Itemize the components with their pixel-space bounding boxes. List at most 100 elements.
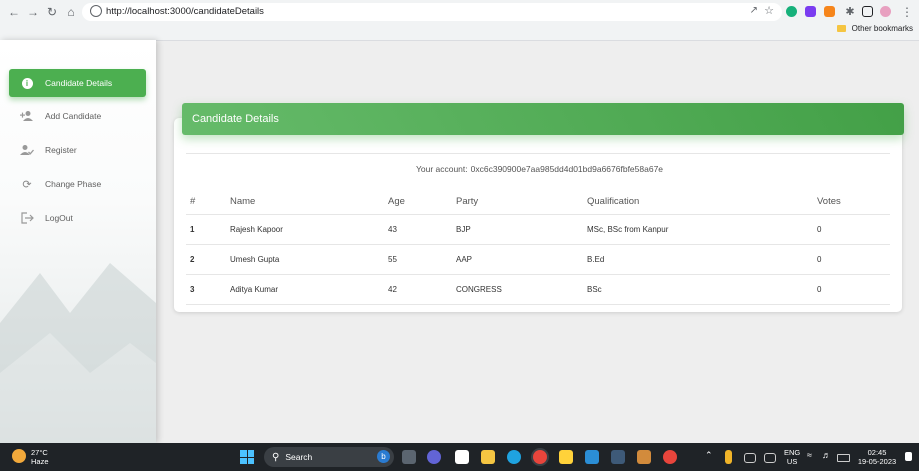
cell-age: 55 bbox=[387, 244, 455, 275]
extension-icon[interactable] bbox=[805, 6, 816, 17]
add-person-icon bbox=[20, 109, 34, 123]
back-icon[interactable]: ← bbox=[6, 4, 22, 20]
table-row: 1 Rajesh Kapoor 43 BJP MSc, BSc from Kan… bbox=[186, 214, 890, 245]
notification-icon[interactable] bbox=[905, 452, 912, 461]
table-header-row: # Name Age Party Qualification Votes bbox=[186, 188, 890, 215]
logout-icon bbox=[20, 211, 34, 225]
cell-votes: 0 bbox=[816, 274, 890, 305]
cell-index: 2 bbox=[186, 244, 229, 275]
weather-condition: Haze bbox=[31, 457, 49, 466]
address-bar[interactable]: http://localhost:3000/candidateDetails ↗… bbox=[82, 3, 782, 21]
show-hidden-icons-chevron-icon[interactable]: ⌃ bbox=[705, 451, 713, 460]
site-info-icon[interactable] bbox=[90, 5, 102, 17]
cell-qualification: MSc, BSc from Kanpur bbox=[586, 214, 816, 245]
app-icon[interactable] bbox=[611, 450, 625, 464]
notion-icon[interactable] bbox=[455, 450, 469, 464]
mountain-background bbox=[0, 263, 156, 443]
cell-age: 43 bbox=[387, 214, 455, 245]
cell-qualification: BSc bbox=[586, 274, 816, 305]
sidebar-item-logout[interactable]: LogOut bbox=[9, 204, 146, 232]
profile-avatar-icon[interactable] bbox=[880, 6, 891, 17]
side-panel-icon[interactable] bbox=[862, 6, 873, 17]
ganache-icon[interactable] bbox=[637, 450, 651, 464]
table-row: 2 Umesh Gupta 55 AAP B.Ed 0 bbox=[186, 244, 890, 275]
cell-index: 3 bbox=[186, 274, 229, 305]
sidebar-item-label: Register bbox=[45, 145, 77, 155]
cell-votes: 0 bbox=[816, 244, 890, 275]
edge-icon[interactable] bbox=[507, 450, 521, 464]
display-icon[interactable] bbox=[764, 453, 776, 463]
chrome-icon[interactable] bbox=[533, 450, 547, 464]
volume-icon[interactable]: ♬ bbox=[822, 451, 831, 460]
reload-icon[interactable]: ↻ bbox=[44, 4, 60, 20]
cell-name: Rajesh Kapoor bbox=[229, 214, 387, 245]
table-row: 3 Aditya Kumar 42 CONGRESS BSc 0 bbox=[186, 274, 890, 305]
sidebar-item-label: Change Phase bbox=[45, 179, 102, 189]
metamask-extension-icon[interactable] bbox=[824, 6, 835, 17]
cell-name: Aditya Kumar bbox=[229, 274, 387, 305]
clock[interactable]: 02:45 19-05-2023 bbox=[854, 448, 900, 466]
refresh-icon: ⟳ bbox=[22, 178, 32, 191]
start-button-icon[interactable] bbox=[240, 450, 254, 464]
other-bookmarks[interactable]: Other bookmarks bbox=[836, 24, 913, 33]
taskbar-search[interactable]: ⚲ Search b bbox=[264, 447, 394, 467]
search-icon: ⚲ bbox=[272, 451, 280, 463]
cell-party: CONGRESS bbox=[455, 274, 586, 305]
person-check-icon bbox=[20, 143, 34, 157]
wifi-icon[interactable]: ≈ bbox=[807, 451, 812, 460]
sidebar-item-change-phase[interactable]: ⟳ Change Phase bbox=[9, 170, 146, 198]
info-icon: i bbox=[20, 76, 34, 90]
menu-kebab-icon[interactable]: ⋮ bbox=[899, 4, 915, 20]
sidebar-item-candidate-details[interactable]: i Candidate Details bbox=[9, 69, 146, 97]
cell-votes: 0 bbox=[816, 214, 890, 245]
account-address: 0xc6c390900e7aa985dd4d01bd9a6676fbfe58a6… bbox=[470, 164, 664, 174]
chrome-profile-icon[interactable] bbox=[663, 450, 677, 464]
microphone-icon[interactable] bbox=[725, 450, 732, 464]
folder-icon bbox=[836, 25, 846, 32]
card-header: Candidate Details bbox=[182, 103, 904, 135]
temperature: 27°C bbox=[31, 448, 48, 457]
cell-qualification: B.Ed bbox=[586, 244, 816, 275]
language-indicator[interactable]: ENG US bbox=[784, 448, 800, 466]
column-header-qualification: Qualification bbox=[586, 188, 816, 215]
browser-toolbar: ← → ↻ ⌂ http://localhost:3000/candidateD… bbox=[0, 0, 919, 41]
weather-haze-icon bbox=[12, 449, 26, 463]
share-icon[interactable]: ↗ bbox=[750, 5, 758, 16]
sidebar-item-label: LogOut bbox=[45, 213, 73, 223]
column-header-votes: Votes bbox=[816, 188, 890, 215]
sidebar-item-add-candidate[interactable]: Add Candidate bbox=[9, 102, 146, 130]
cell-party: BJP bbox=[455, 214, 586, 245]
chat-icon[interactable] bbox=[427, 450, 441, 464]
search-label: Search bbox=[285, 452, 313, 462]
forward-icon[interactable]: → bbox=[25, 4, 41, 20]
column-header-name: Name bbox=[229, 188, 387, 215]
cell-index: 1 bbox=[186, 214, 229, 245]
cell-party: AAP bbox=[455, 244, 586, 275]
column-header-age: Age bbox=[387, 188, 455, 215]
extensions-puzzle-icon[interactable]: ✱ bbox=[842, 4, 858, 20]
column-header-index: # bbox=[186, 188, 229, 215]
grammarly-extension-icon[interactable] bbox=[786, 6, 797, 17]
column-header-party: Party bbox=[455, 188, 586, 215]
account-label: Your account: bbox=[415, 164, 468, 174]
divider bbox=[186, 153, 890, 154]
task-view-icon[interactable] bbox=[402, 450, 416, 464]
bing-icon[interactable]: b bbox=[377, 450, 390, 463]
battery-icon[interactable] bbox=[837, 454, 850, 462]
keyboard-icon[interactable] bbox=[744, 453, 756, 463]
home-icon[interactable]: ⌂ bbox=[63, 4, 79, 20]
url-text: http://localhost:3000/candidateDetails bbox=[106, 6, 264, 17]
cell-age: 42 bbox=[387, 274, 455, 305]
bookmark-star-icon[interactable]: ☆ bbox=[764, 4, 774, 17]
windows-taskbar: 27°C Haze ⚲ Search b ⌃ ENG US ≈ ♬ 02:45 19-… bbox=[0, 443, 919, 471]
cell-name: Umesh Gupta bbox=[229, 244, 387, 275]
sidebar-item-register[interactable]: Register bbox=[9, 136, 146, 164]
account-info: Your account: 0xc6c390900e7aa985dd4d01bd9… bbox=[186, 164, 890, 174]
sidebar-item-label: Add Candidate bbox=[45, 111, 102, 121]
sticky-notes-icon[interactable] bbox=[559, 450, 573, 464]
sidebar-item-label: Candidate Details bbox=[45, 78, 113, 88]
page-title: Candidate Details bbox=[192, 113, 279, 125]
sidebar bbox=[0, 40, 156, 443]
file-explorer-icon[interactable] bbox=[481, 450, 495, 464]
vscode-icon[interactable] bbox=[585, 450, 599, 464]
